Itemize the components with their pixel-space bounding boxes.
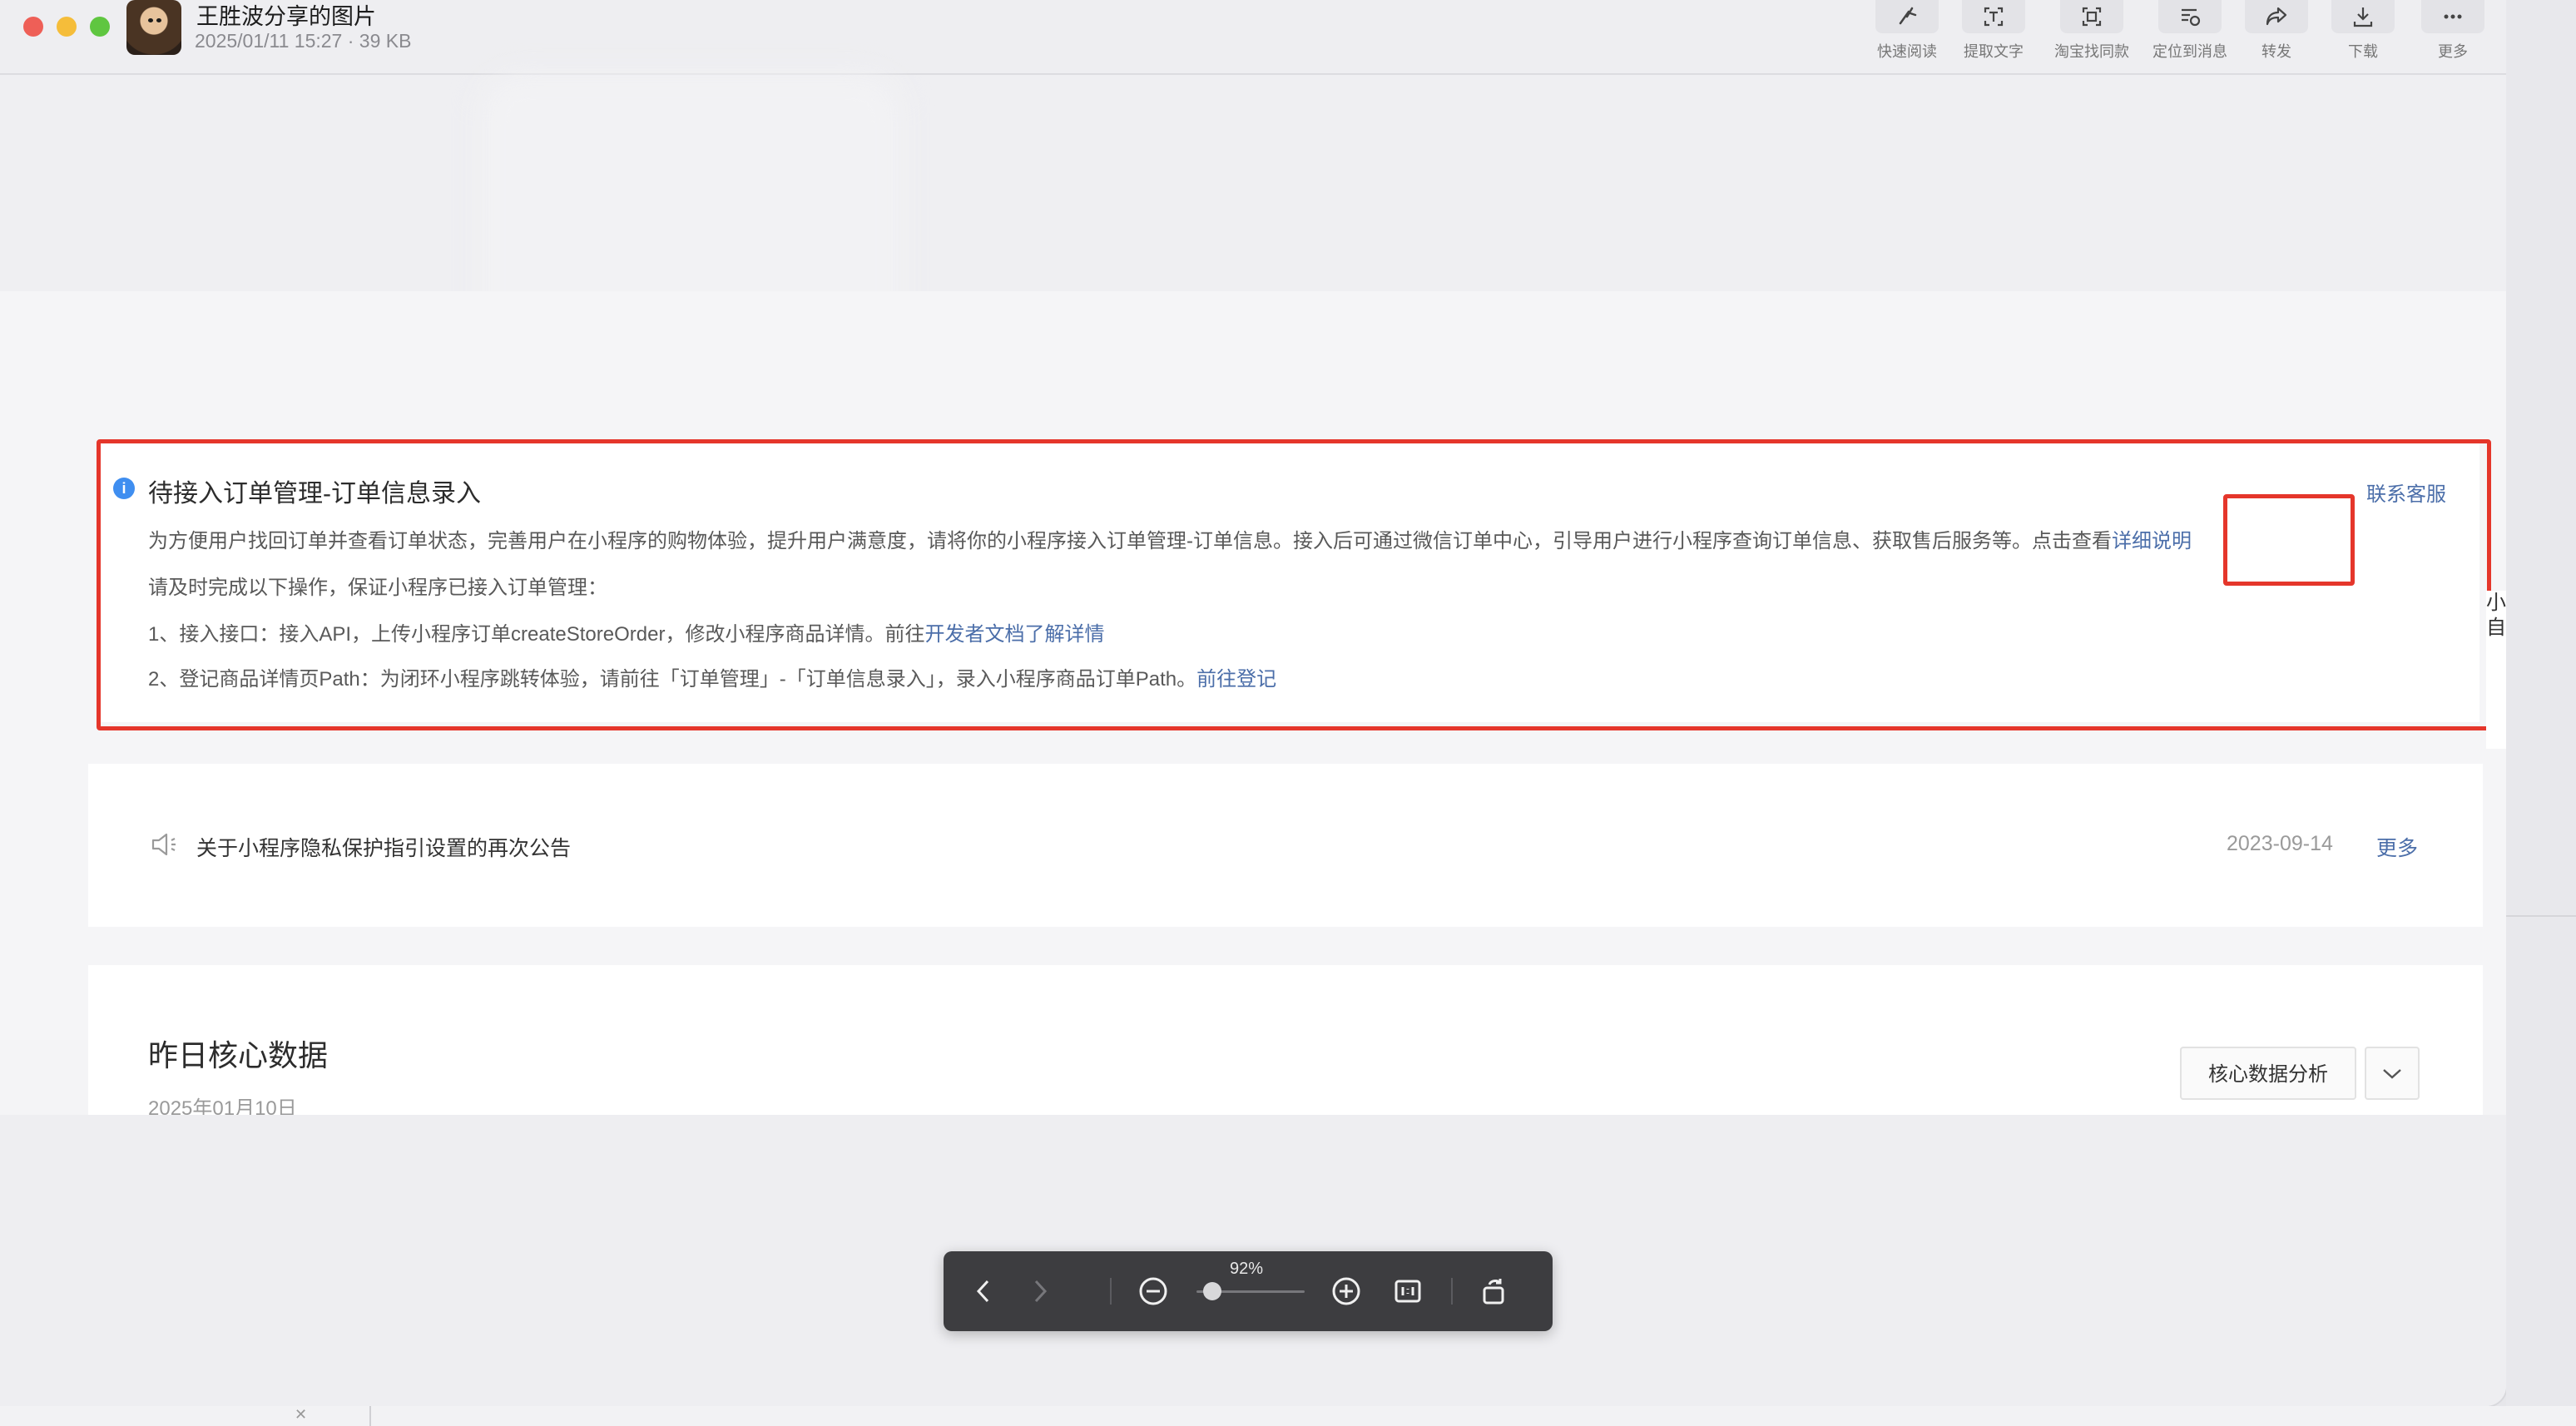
notice-description-text: 为方便用户找回订单并查看订单状态，完善用户在小程序的购物体验，提升用户满意度，请… bbox=[148, 530, 2112, 552]
announcement-title[interactable]: 关于小程序隐私保护指引设置的再次公告 bbox=[196, 832, 571, 862]
developer-docs-link[interactable]: 开发者文档了解详情 bbox=[924, 623, 1104, 646]
toolbar-extract-text[interactable]: 提取文字 bbox=[1952, 0, 2035, 62]
minimize-window-button[interactable] bbox=[57, 17, 77, 37]
viewer-toolbar: 92% bbox=[944, 1251, 1553, 1331]
zoom-level-label: 92% bbox=[1230, 1260, 1264, 1278]
toolbar-label: 提取文字 bbox=[1964, 43, 2024, 60]
zoom-slider-thumb[interactable] bbox=[1203, 1282, 1221, 1300]
title-bar: 王胜波分享的图片 2025/01/11 15:27 · 39 KB 快速阅读 提… bbox=[0, 0, 2506, 75]
taobao-search-icon[interactable] bbox=[2060, 0, 2123, 33]
toolbar-divider bbox=[1451, 1278, 1453, 1305]
contact-support-link[interactable]: 联系客服 bbox=[2366, 478, 2446, 507]
step-2-text: 2、登记商品详情页Path：为闭环小程序跳转体验，请前往「订单管理」-「订单信息… bbox=[148, 668, 1197, 691]
info-icon: i bbox=[113, 478, 135, 499]
extract-text-icon[interactable] bbox=[1962, 0, 2025, 33]
download-icon[interactable] bbox=[2331, 0, 2395, 33]
background-app-bottom bbox=[0, 1406, 2576, 1426]
step-1-text: 1、接入接口：接入API，上传小程序订单createStoreOrder，修改小… bbox=[148, 623, 925, 646]
close-window-button[interactable] bbox=[23, 17, 43, 37]
background-close-icon: ✕ bbox=[295, 1406, 308, 1423]
partial-right-line: 小 bbox=[2486, 592, 2506, 614]
rotate-icon bbox=[1483, 1279, 1504, 1305]
toolbar-label: 下载 bbox=[2348, 43, 2378, 60]
partial-right-line: 自 bbox=[2486, 616, 2506, 639]
partial-right-text: 小 自 bbox=[2486, 591, 2506, 749]
window-title: 王胜波分享的图片 bbox=[196, 4, 376, 29]
file-meta: 2025/01/11 15:27 · 39 KB bbox=[195, 30, 412, 52]
notice-step-1: 1、接入接口：接入API，上传小程序订单createStoreOrder，修改小… bbox=[148, 617, 1104, 646]
toolbar-taobao-search[interactable]: 淘宝找同款 bbox=[2050, 0, 2133, 62]
notice-step-2: 2、登记商品详情页Path：为闭环小程序跳转体验，请前往「订单管理」-「订单信息… bbox=[148, 662, 1276, 691]
core-data-analysis-button[interactable]: 核心数据分析 bbox=[2180, 1047, 2356, 1100]
chevron-left-icon bbox=[976, 1280, 989, 1303]
zoom-out-icon bbox=[1139, 1277, 1167, 1305]
toolbar-forward[interactable]: 转发 bbox=[2235, 0, 2318, 62]
toolbar-more[interactable]: 更多 bbox=[2411, 0, 2494, 62]
announcement-more-link[interactable]: 更多 bbox=[2376, 832, 2418, 862]
core-data-dropdown-button[interactable] bbox=[2365, 1047, 2420, 1100]
actual-size-button[interactable] bbox=[1390, 1273, 1426, 1310]
zoom-in-icon bbox=[1332, 1277, 1360, 1305]
core-data-title: 昨日核心数据 bbox=[148, 1038, 329, 1072]
background-app-area bbox=[2506, 0, 2576, 1406]
chevron-right-icon bbox=[1034, 1280, 1048, 1303]
chevron-down-icon bbox=[2383, 1069, 2401, 1079]
image-viewer-window: 王胜波分享的图片 2025/01/11 15:27 · 39 KB 快速阅读 提… bbox=[0, 0, 2506, 1406]
toolbar-label: 快速阅读 bbox=[1877, 43, 1937, 60]
speaker-icon bbox=[150, 830, 183, 863]
toolbar-divider bbox=[1110, 1278, 1112, 1305]
forward-icon[interactable] bbox=[2245, 0, 2308, 33]
locate-message-icon[interactable] bbox=[2158, 0, 2222, 33]
announcement-date: 2023-09-14 bbox=[2227, 832, 2333, 855]
background-divider bbox=[369, 1406, 371, 1426]
actual-size-icon bbox=[1395, 1280, 1421, 1303]
core-data-card bbox=[88, 965, 2483, 1115]
notice-description: 为方便用户找回订单并查看订单状态，完善用户在小程序的购物体验，提升用户满意度，请… bbox=[148, 524, 2192, 553]
toolbar-label: 更多 bbox=[2438, 43, 2468, 60]
notice-instruction: 请及时完成以下操作，保证小程序已接入订单管理： bbox=[148, 577, 607, 599]
register-link[interactable]: 前往登记 bbox=[1196, 668, 1276, 691]
zoom-out-button[interactable] bbox=[1135, 1273, 1172, 1310]
notice-title: 待接入订单管理-订单信息录入 bbox=[148, 480, 481, 508]
toolbar-quick-read[interactable]: 快速阅读 bbox=[1865, 0, 1949, 62]
more-icon[interactable] bbox=[2421, 0, 2484, 33]
avatar bbox=[126, 0, 181, 55]
toolbar-locate-message[interactable]: 定位到消息 bbox=[2148, 0, 2232, 62]
quick-read-icon[interactable] bbox=[1875, 0, 1939, 33]
toolbar-label: 转发 bbox=[2261, 43, 2291, 60]
rotate-button[interactable] bbox=[1476, 1273, 1513, 1310]
toolbar-label: 淘宝找同款 bbox=[2054, 43, 2129, 60]
red-highlight-link-box bbox=[2223, 494, 2355, 586]
toolbar-label: 定位到消息 bbox=[2152, 43, 2227, 60]
next-image-button[interactable] bbox=[1022, 1273, 1058, 1310]
previous-image-button[interactable] bbox=[965, 1273, 1002, 1310]
toolbar-download[interactable]: 下载 bbox=[2321, 0, 2405, 62]
zoom-in-button[interactable] bbox=[1328, 1273, 1365, 1310]
maximize-window-button[interactable] bbox=[90, 17, 110, 37]
details-link[interactable]: 详细说明 bbox=[2112, 530, 2192, 552]
background-divider bbox=[2506, 915, 2576, 917]
